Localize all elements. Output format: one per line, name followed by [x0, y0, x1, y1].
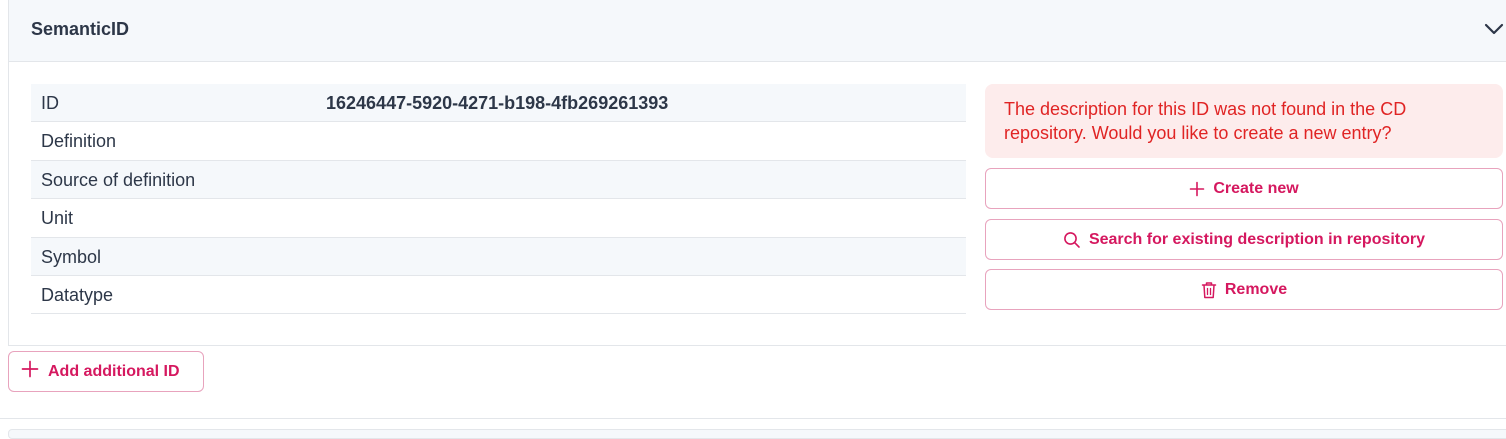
create-new-label: Create new	[1213, 179, 1299, 197]
plus-icon	[21, 360, 39, 383]
not-found-alert: The description for this ID was not foun…	[985, 84, 1503, 158]
panel-title: SemanticID	[31, 19, 130, 39]
chevron-down-icon[interactable]	[1483, 18, 1505, 40]
search-existing-button[interactable]: Search for existing description in repos…	[985, 219, 1503, 260]
property-row-id: ID 16246447-5920-4271-b198-4fb269261393	[31, 84, 966, 123]
search-existing-label: Search for existing description in repos…	[1088, 230, 1426, 248]
property-row-symbol: Symbol	[31, 237, 966, 276]
property-row-source-of-definition: Source of definition	[31, 160, 966, 200]
semantic-id-panel: SemanticID ID 16246447-5920-4271-b198-4f…	[8, 0, 1506, 346]
property-row-unit: Unit	[31, 199, 966, 238]
property-label: ID	[41, 93, 59, 113]
panel-header[interactable]: SemanticID	[9, 0, 1506, 62]
property-row-datatype: Datatype	[31, 276, 966, 315]
remove-button[interactable]: Remove	[985, 269, 1503, 310]
property-label: Unit	[41, 208, 74, 229]
property-row-definition: Definition	[31, 122, 966, 161]
search-icon	[1063, 231, 1081, 249]
add-additional-id-label: Add additional ID	[48, 362, 180, 380]
property-value: 16246447-5920-4271-b198-4fb269261393	[326, 93, 669, 113]
next-panel-header[interactable]	[8, 429, 1506, 439]
property-label: Definition	[41, 131, 117, 152]
property-label: Datatype	[41, 284, 114, 305]
remove-label: Remove	[1224, 280, 1288, 298]
plus-icon	[1189, 181, 1205, 197]
add-additional-id-button[interactable]: Add additional ID	[8, 351, 204, 392]
property-table: ID 16246447-5920-4271-b198-4fb269261393 …	[31, 84, 966, 315]
create-new-button[interactable]: Create new	[985, 168, 1503, 209]
property-label: Source of definition	[41, 169, 196, 190]
section-divider	[0, 418, 1506, 419]
trash-icon	[1201, 281, 1217, 299]
property-label: Symbol	[41, 246, 102, 267]
